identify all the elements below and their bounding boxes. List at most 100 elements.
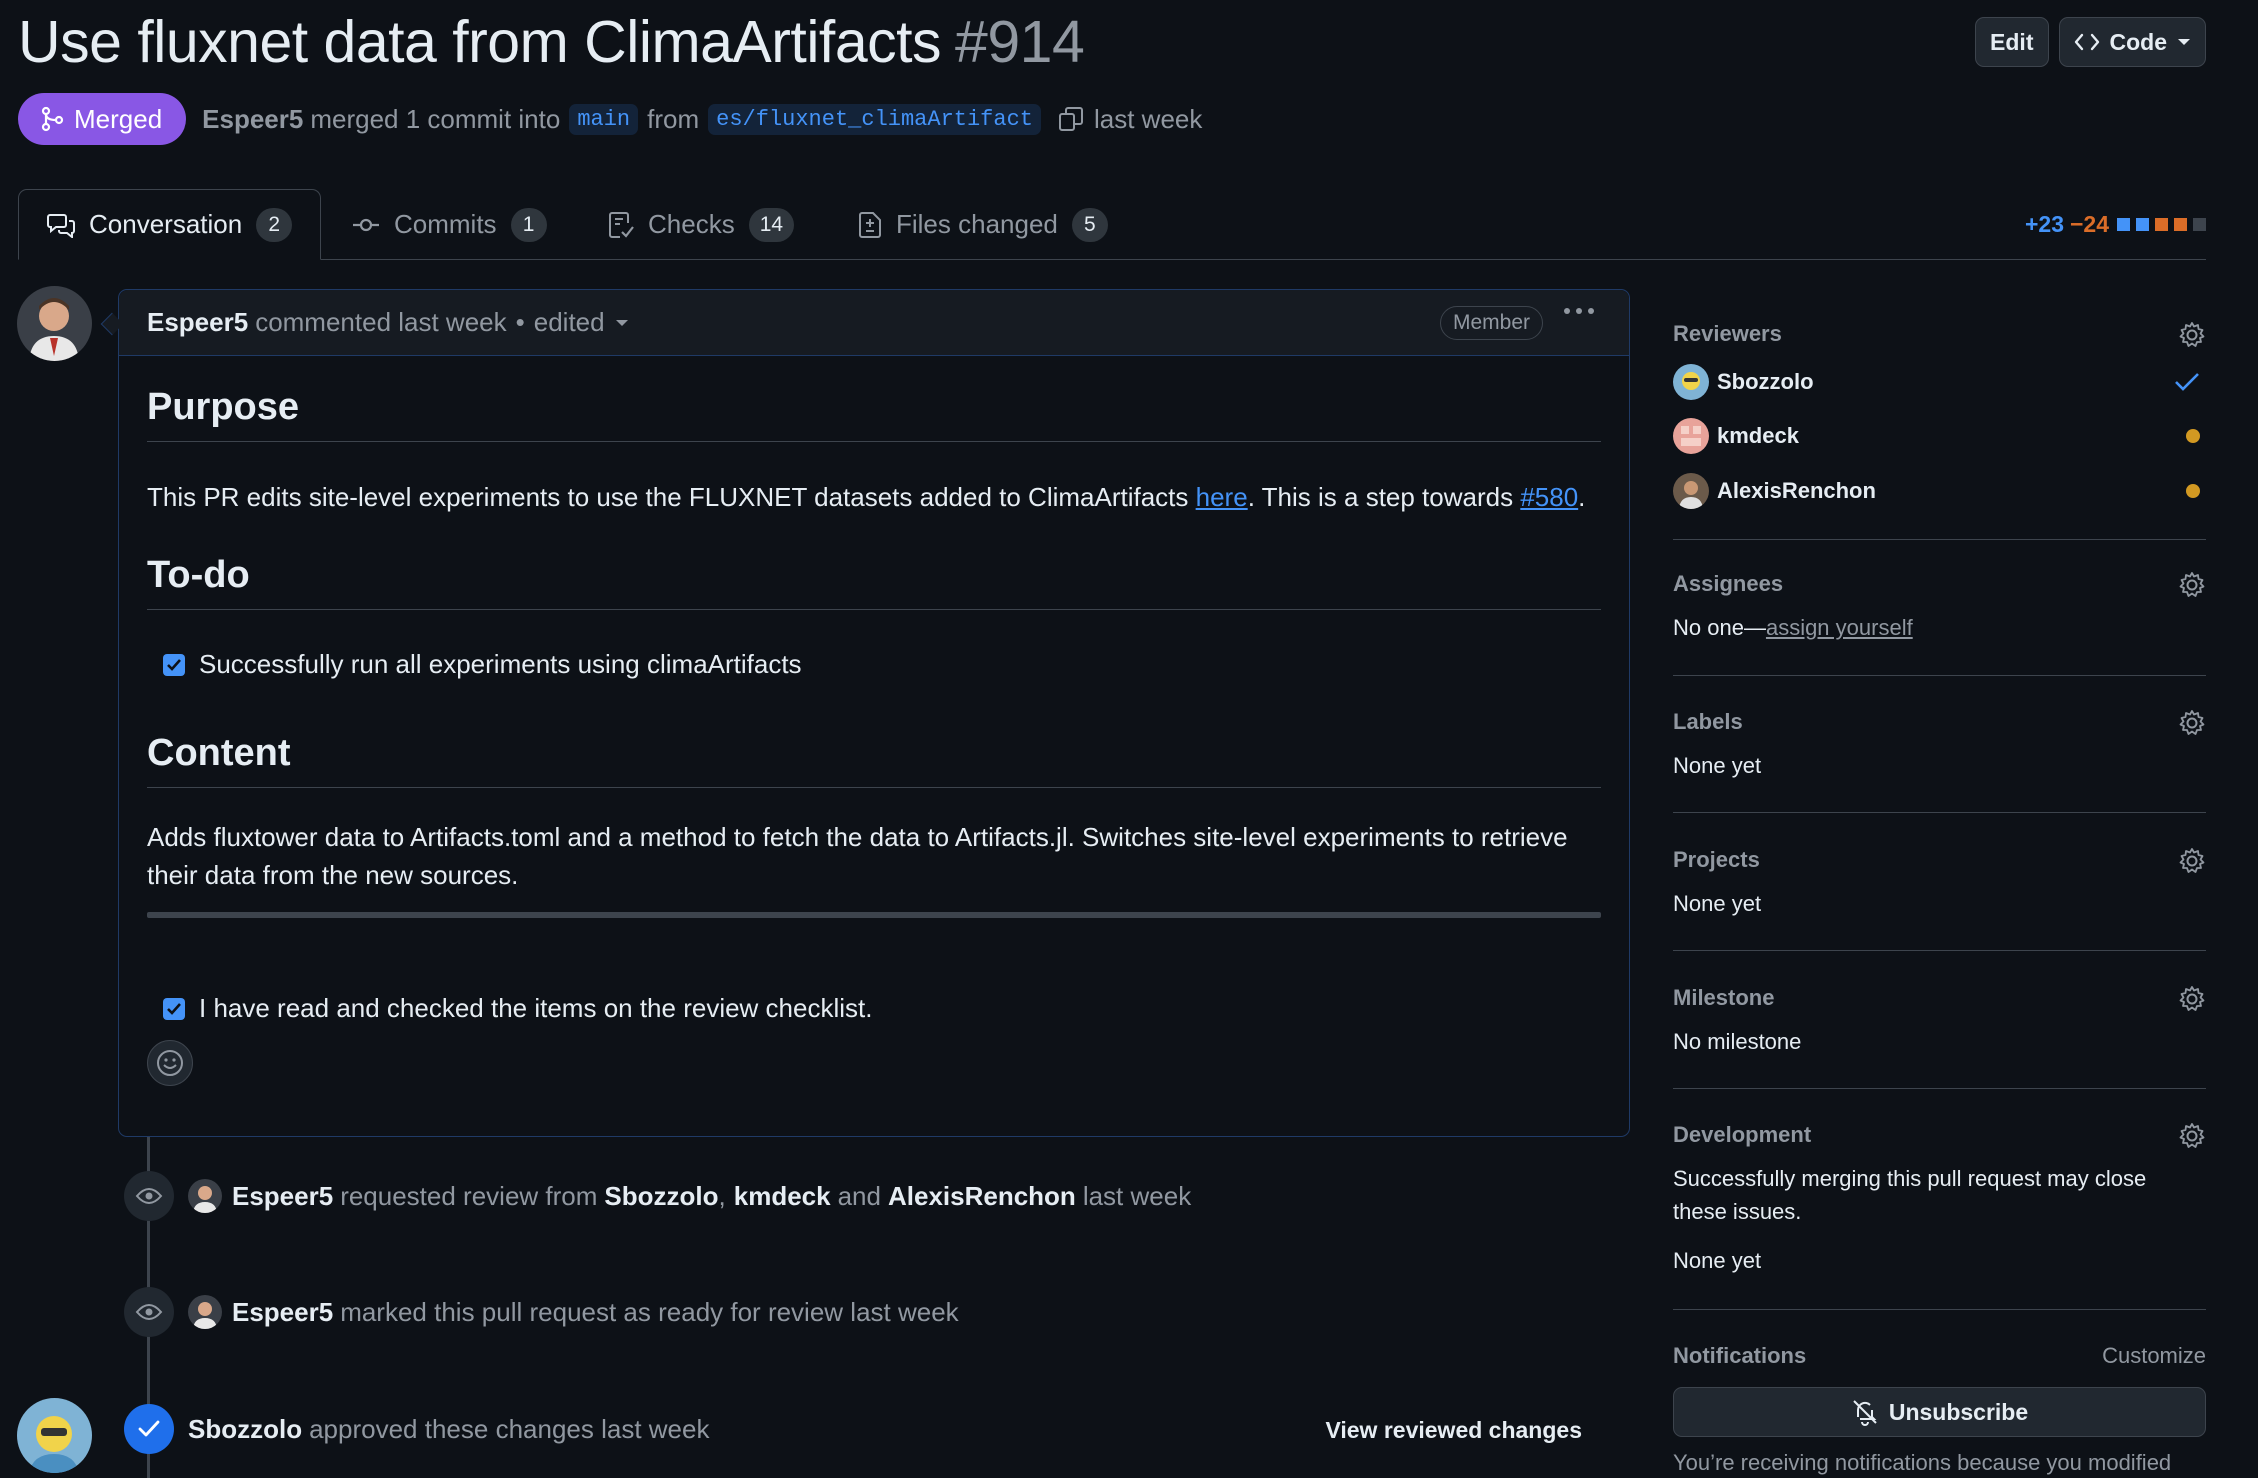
labels-value: None yet xyxy=(1673,753,1762,778)
code-button[interactable]: Code xyxy=(2058,17,2206,67)
milestone-title[interactable]: Milestone xyxy=(1673,985,2206,1011)
add-reaction-button[interactable] xyxy=(147,1040,193,1086)
tab-conversation-label: Conversation xyxy=(89,209,243,239)
here-link[interactable]: here xyxy=(1196,482,1248,512)
diffstat-box xyxy=(2136,218,2149,231)
pr-description-comment: Espeer5 commented last week • edited Mem… xyxy=(118,289,1630,1137)
comment-discussion-icon xyxy=(47,212,75,238)
unsubscribe-button[interactable]: Unsubscribe xyxy=(1673,1387,2206,1437)
sidebar-divider xyxy=(1673,539,2206,540)
event-actor-link[interactable]: Espeer5 xyxy=(232,1181,333,1212)
base-branch[interactable]: main xyxy=(569,103,639,135)
task-label: I have read and checked the items on the… xyxy=(199,993,873,1023)
issue-580-link[interactable]: #580 xyxy=(1520,482,1578,512)
view-reviewed-changes-link[interactable]: View reviewed changes xyxy=(1325,1417,1582,1444)
reviewers-title[interactable]: Reviewers xyxy=(1673,321,2206,347)
edit-button-label: Edit xyxy=(1990,28,2034,55)
commit-icon xyxy=(352,215,380,235)
tab-conversation[interactable]: Conversation 2 xyxy=(18,189,322,260)
reviewer-item[interactable]: Sbozzolo xyxy=(1673,364,2206,400)
tab-commits-count: 1 xyxy=(510,207,547,242)
file-diff-icon xyxy=(858,211,882,239)
reviewer-link[interactable]: AlexisRenchon xyxy=(888,1181,1076,1212)
notification-reason: You’re receiving notifications because y… xyxy=(1673,1450,2172,1475)
approver-avatar[interactable] xyxy=(17,1398,92,1473)
tab-commits-label: Commits xyxy=(394,209,497,239)
reviewer-item[interactable]: kmdeck xyxy=(1673,418,2206,454)
pr-title: Use fluxnet data from ClimaArtifacts #914 xyxy=(18,8,1085,76)
projects-title[interactable]: Projects xyxy=(1673,847,2206,873)
development-title[interactable]: Development xyxy=(1673,1122,2206,1148)
merge-time: last week xyxy=(1094,103,1203,134)
gear-icon[interactable] xyxy=(2178,847,2206,875)
review-request-event: Espeer5 requested review from Sbozzolo, … xyxy=(124,1171,1191,1221)
avatar[interactable] xyxy=(188,1179,222,1213)
git-merge-icon xyxy=(40,106,64,132)
task-list-item: I have read and checked the items on the… xyxy=(163,993,872,1024)
purpose-text: . This is a step towards xyxy=(1247,482,1521,512)
avatar[interactable] xyxy=(188,1295,222,1329)
assignees-section: Assignees No one—assign yourself xyxy=(1673,571,2206,644)
task-checkbox[interactable] xyxy=(163,653,185,676)
merged-state-label: Merged xyxy=(74,103,163,134)
merged-state-badge: Merged xyxy=(18,93,187,145)
tab-files-changed-label: Files changed xyxy=(896,209,1058,239)
reviewer-item[interactable]: AlexisRenchon xyxy=(1673,473,2206,509)
customize-link[interactable]: Customize xyxy=(2102,1343,2206,1369)
code-button-label: Code xyxy=(2109,28,2168,55)
comment-author-avatar[interactable] xyxy=(17,286,92,361)
labels-title[interactable]: Labels xyxy=(1673,709,2206,735)
event-text: marked this pull request as ready for re… xyxy=(340,1296,959,1327)
heading-todo: To-do xyxy=(147,554,1601,610)
head-branch[interactable]: es/fluxnet_climaArtifact xyxy=(708,103,1041,135)
reviewer-name: kmdeck xyxy=(1717,423,1799,448)
sidebar-divider xyxy=(1673,812,2206,813)
reviewer-link[interactable]: Sbozzolo xyxy=(604,1181,718,1212)
comment-author-link[interactable]: Espeer5 xyxy=(147,307,248,338)
gear-icon[interactable] xyxy=(2178,985,2206,1013)
pending-review-dot xyxy=(2186,429,2200,443)
reviewers-section: Reviewers xyxy=(1673,321,2206,347)
heading-purpose: Purpose xyxy=(147,386,1601,442)
comment-meta[interactable]: commented last week xyxy=(255,307,506,338)
projects-value: None yet xyxy=(1673,891,1762,916)
event-text: requested review from xyxy=(340,1180,598,1211)
labels-section: Labels None yet xyxy=(1673,709,2206,782)
reviewer-link[interactable]: kmdeck xyxy=(734,1181,831,1212)
task-checkbox[interactable] xyxy=(163,997,185,1020)
tabs-divider xyxy=(18,259,2206,260)
chevron-down-icon[interactable] xyxy=(615,318,629,328)
kebab-horizontal-icon[interactable] xyxy=(1563,306,1595,316)
tab-commits[interactable]: Commits 1 xyxy=(352,189,547,260)
eye-icon xyxy=(124,1287,174,1337)
member-badge: Member xyxy=(1439,306,1543,340)
reviewer-name: Sbozzolo xyxy=(1717,369,1814,394)
reviewer-name: AlexisRenchon xyxy=(1717,478,1876,503)
sidebar-divider xyxy=(1673,1088,2206,1089)
gear-icon[interactable] xyxy=(2178,321,2206,349)
copy-icon[interactable] xyxy=(1058,106,1084,132)
development-description: Successfully merging this pull request m… xyxy=(1673,1166,2147,1224)
purpose-text: This PR edits site-level experiments to … xyxy=(147,482,1196,512)
edited-dropdown[interactable]: edited xyxy=(534,307,605,338)
assign-yourself-link[interactable]: assign yourself xyxy=(1766,615,1913,640)
gear-icon[interactable] xyxy=(2178,709,2206,737)
milestone-value: No milestone xyxy=(1673,1029,1802,1054)
tab-checks[interactable]: Checks 14 xyxy=(608,189,795,260)
gear-icon[interactable] xyxy=(2178,571,2206,599)
event-actor-link[interactable]: Espeer5 xyxy=(232,1297,333,1328)
sidebar-divider xyxy=(1673,1309,2206,1310)
pr-state-row: Merged Espeer5 merged 1 commit into main… xyxy=(18,93,1202,145)
edit-button[interactable]: Edit xyxy=(1975,17,2049,67)
comment-header: Espeer5 commented last week • edited Mem… xyxy=(119,290,1629,356)
assignees-title[interactable]: Assignees xyxy=(1673,571,2206,597)
event-actor-link[interactable]: Sbozzolo xyxy=(188,1414,302,1445)
approval-event: Sbozzolo approved these changes last wee… xyxy=(124,1404,1634,1454)
avatar xyxy=(1673,418,1709,454)
from-text: from xyxy=(647,103,700,134)
pr-author-link[interactable]: Espeer5 xyxy=(202,104,303,135)
event-time[interactable]: last week xyxy=(1083,1181,1191,1212)
notifications-section: Notifications Customize xyxy=(1673,1343,2206,1369)
gear-icon[interactable] xyxy=(2178,1122,2206,1150)
tab-files-changed[interactable]: Files changed 5 xyxy=(858,189,1108,260)
